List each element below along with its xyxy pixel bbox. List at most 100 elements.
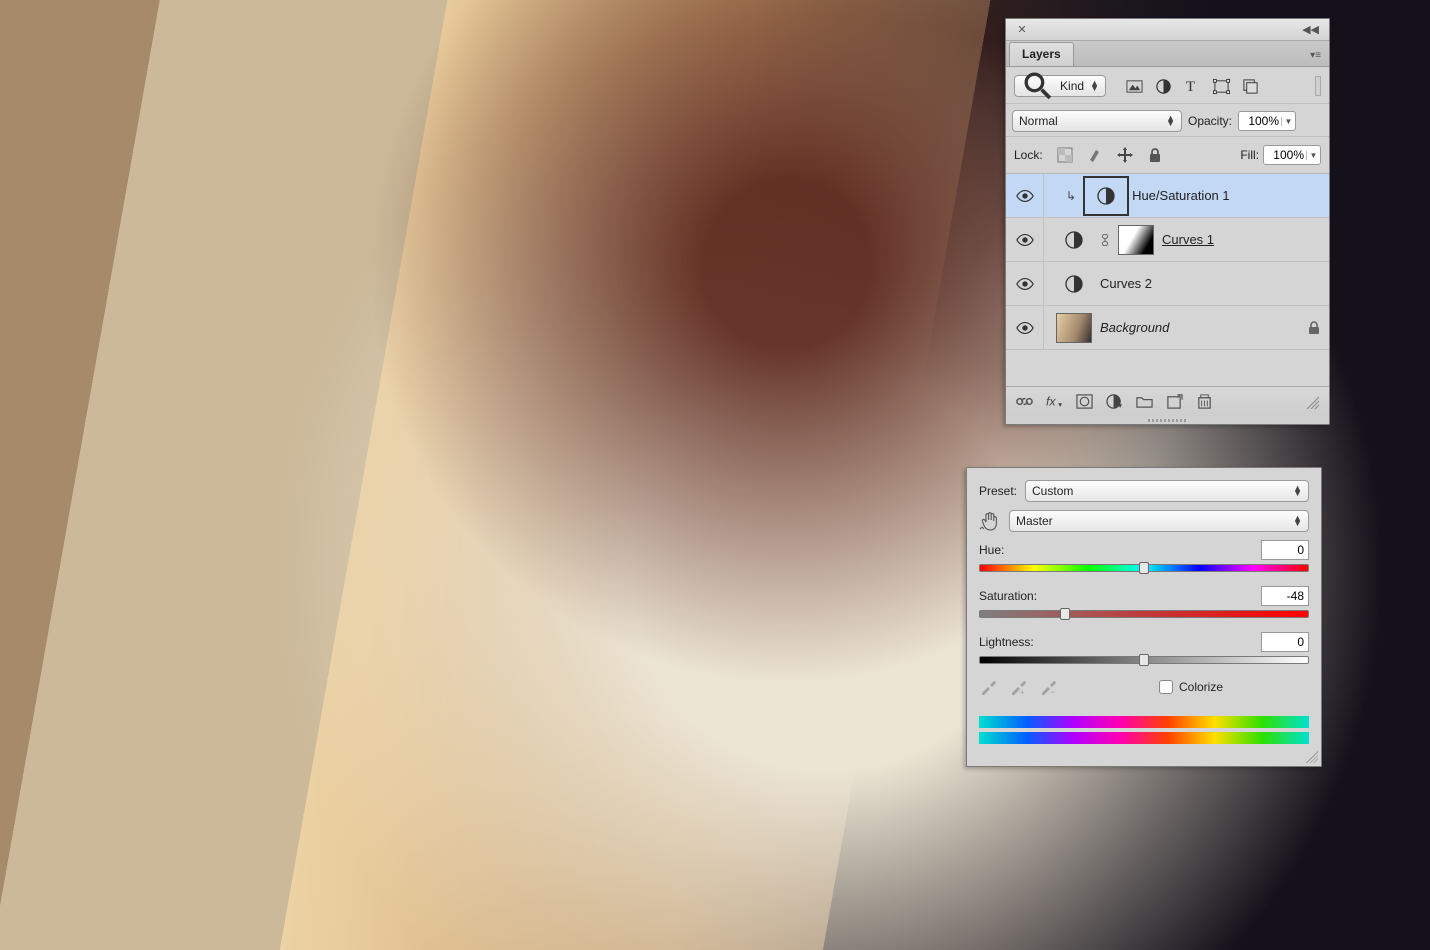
filter-adjustment-icon[interactable]: [1155, 78, 1172, 95]
filter-type-select[interactable]: Kind ▲▼: [1014, 75, 1106, 97]
add-mask-icon[interactable]: [1076, 393, 1093, 410]
targeted-adjust-icon[interactable]: [979, 510, 1001, 532]
mask-link-icon[interactable]: [1100, 232, 1110, 248]
saturation-input[interactable]: [1261, 586, 1309, 606]
collapse-icon[interactable]: ◀◀: [1302, 23, 1329, 36]
channel-value: Master: [1016, 514, 1053, 528]
layer-name: Curves 1: [1162, 232, 1214, 247]
layer-row-curves1[interactable]: Curves 1: [1006, 218, 1329, 262]
fill-dropdown-icon[interactable]: ▼: [1306, 151, 1320, 160]
eyedropper-row: + − Colorize: [979, 678, 1309, 696]
preset-label: Preset:: [979, 484, 1017, 498]
filter-type-icon[interactable]: T: [1184, 78, 1201, 95]
filter-toggle[interactable]: [1315, 76, 1321, 96]
eyedropper-icon[interactable]: [979, 678, 997, 696]
colorize-label: Colorize: [1179, 680, 1223, 694]
eye-icon: [1016, 277, 1034, 291]
lock-transparent-icon[interactable]: [1057, 147, 1073, 163]
saturation-slider-track[interactable]: [979, 610, 1309, 618]
spectrum-bar-output: [979, 732, 1309, 744]
clip-arrow-icon: ↳: [1066, 189, 1076, 203]
spectrum-preview: [979, 716, 1309, 744]
hue-slider-group: Hue:: [979, 540, 1309, 572]
lock-label: Lock:: [1014, 148, 1043, 162]
saturation-slider-thumb[interactable]: [1060, 608, 1070, 620]
panel-resize-grip[interactable]: [1006, 416, 1329, 424]
hue-slider-track[interactable]: [979, 564, 1309, 572]
filter-pixel-icon[interactable]: [1126, 78, 1143, 95]
resize-grip-icon[interactable]: [1306, 751, 1318, 763]
layers-panel-header[interactable]: ✕ ◀◀: [1006, 19, 1329, 41]
eye-icon: [1016, 233, 1034, 247]
eyedropper-minus-icon[interactable]: −: [1039, 678, 1057, 696]
hue-label: Hue:: [979, 543, 1004, 557]
eye-icon: [1016, 321, 1034, 335]
saturation-label: Saturation:: [979, 589, 1037, 603]
layers-list: ↳ Hue/Saturation 1 Curves 1: [1006, 174, 1329, 350]
resize-grip-icon[interactable]: [1305, 395, 1319, 409]
opacity-label: Opacity:: [1188, 114, 1232, 128]
layer-thumb[interactable]: [1056, 225, 1092, 255]
layers-panel-footer: fx▾ ▾: [1006, 386, 1329, 416]
svg-text:▾: ▾: [1118, 401, 1122, 410]
new-adjustment-icon[interactable]: ▾: [1106, 393, 1123, 410]
blend-mode-select[interactable]: Normal ▲▼: [1012, 110, 1182, 132]
layer-fx-icon[interactable]: fx▾: [1046, 393, 1063, 410]
close-icon[interactable]: ✕: [1006, 23, 1038, 36]
preset-value: Custom: [1032, 484, 1073, 498]
lock-icon: [1307, 321, 1321, 335]
filter-smartobject-icon[interactable]: [1242, 78, 1259, 95]
fill-input[interactable]: [1264, 146, 1306, 164]
tab-layers[interactable]: Layers: [1009, 42, 1074, 66]
adjustment-icon: [1064, 274, 1084, 294]
layer-row-background[interactable]: Background: [1006, 306, 1329, 350]
blend-mode-value: Normal: [1019, 114, 1058, 128]
layer-name: Hue/Saturation 1: [1132, 188, 1230, 203]
hue-input[interactable]: [1261, 540, 1309, 560]
opacity-input-wrap: ▼: [1238, 111, 1296, 131]
svg-text:T: T: [1186, 79, 1195, 95]
eyedropper-plus-icon[interactable]: +: [1009, 678, 1027, 696]
colorize-checkbox[interactable]: [1159, 680, 1173, 694]
layer-mask-thumb[interactable]: [1118, 225, 1154, 255]
hue-sat-panel: Preset: Custom ▲▼ Master ▲▼ Hue: Saturat…: [966, 467, 1322, 767]
blend-row: Normal ▲▼ Opacity: ▼: [1006, 103, 1329, 137]
visibility-toggle[interactable]: [1006, 306, 1044, 349]
svg-text:+: +: [1020, 688, 1025, 696]
visibility-toggle[interactable]: [1006, 262, 1044, 305]
lightness-slider-group: Lightness:: [979, 632, 1309, 664]
spectrum-bar-input: [979, 716, 1309, 728]
opacity-input[interactable]: [1239, 112, 1281, 130]
svg-text:fx: fx: [1046, 394, 1056, 408]
layer-thumb[interactable]: [1088, 181, 1124, 211]
lock-paint-icon[interactable]: [1087, 147, 1103, 163]
layer-thumb[interactable]: [1056, 313, 1092, 343]
panel-menu-icon[interactable]: ▾≡: [1302, 50, 1329, 66]
lightness-slider-thumb[interactable]: [1139, 654, 1149, 666]
hue-slider-thumb[interactable]: [1139, 562, 1149, 574]
lock-all-icon[interactable]: [1147, 147, 1163, 163]
lock-row: Lock: Fill: ▼: [1006, 137, 1329, 174]
layer-filter-row: Kind ▲▼ T: [1006, 67, 1329, 103]
layer-row-hue-saturation[interactable]: ↳ Hue/Saturation 1: [1006, 174, 1329, 218]
new-group-icon[interactable]: [1136, 393, 1153, 410]
filter-shape-icon[interactable]: [1213, 78, 1230, 95]
preset-select[interactable]: Custom ▲▼: [1025, 480, 1309, 502]
opacity-dropdown-icon[interactable]: ▼: [1281, 117, 1295, 126]
search-icon: [1021, 69, 1054, 102]
new-layer-icon[interactable]: [1166, 393, 1183, 410]
delete-layer-icon[interactable]: [1196, 393, 1213, 410]
svg-text:▾: ▾: [1058, 400, 1062, 409]
lightness-label: Lightness:: [979, 635, 1034, 649]
layer-thumb[interactable]: [1056, 269, 1092, 299]
layer-row-curves2[interactable]: Curves 2: [1006, 262, 1329, 306]
lightness-slider-track[interactable]: [979, 656, 1309, 664]
fill-label: Fill:: [1240, 148, 1259, 162]
link-layers-icon[interactable]: [1016, 393, 1033, 410]
lock-position-icon[interactable]: [1117, 147, 1133, 163]
adjustment-icon: [1096, 186, 1116, 206]
channel-select[interactable]: Master ▲▼: [1009, 510, 1309, 532]
lightness-input[interactable]: [1261, 632, 1309, 652]
visibility-toggle[interactable]: [1006, 174, 1044, 217]
visibility-toggle[interactable]: [1006, 218, 1044, 261]
